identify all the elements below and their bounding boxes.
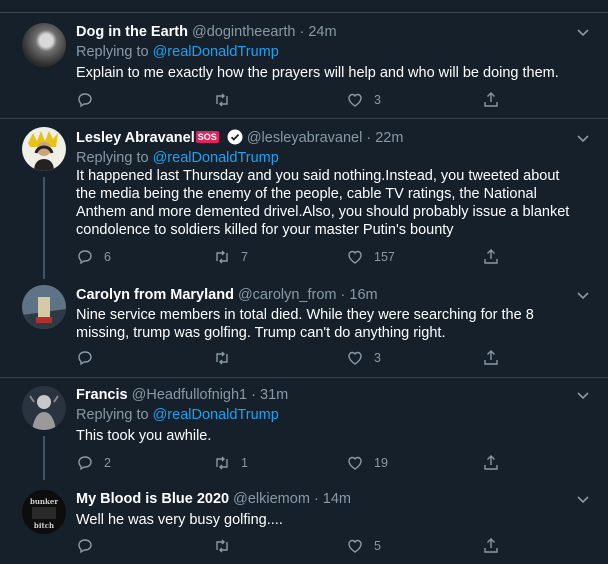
like-icon bbox=[348, 93, 362, 107]
mention-link[interactable]: @realDonaldTrump bbox=[153, 44, 279, 60]
timestamp[interactable]: 22m bbox=[375, 130, 403, 146]
tweet-actions: 5 bbox=[76, 536, 506, 556]
share-button[interactable] bbox=[482, 247, 500, 267]
tweet-text: Well he was very busy golfing.... bbox=[76, 512, 283, 528]
chevron-down-icon[interactable] bbox=[576, 131, 590, 145]
retweet-button[interactable] bbox=[213, 536, 241, 556]
avatar[interactable] bbox=[22, 23, 66, 67]
avatar[interactable] bbox=[22, 285, 66, 329]
reply-button[interactable]: 6 bbox=[76, 247, 111, 267]
share-icon bbox=[484, 350, 498, 365]
replying-to: Replying to @realDonaldTrump bbox=[76, 150, 279, 166]
avatar[interactable] bbox=[22, 127, 66, 171]
chevron-down-icon[interactable] bbox=[576, 25, 590, 39]
share-button[interactable] bbox=[482, 348, 500, 368]
tweet-actions: 3 bbox=[76, 90, 506, 110]
tweet-header: Lesley Abravanel SOS @lesleyabravanel · 2… bbox=[76, 129, 404, 146]
like-icon bbox=[348, 539, 362, 553]
share-icon bbox=[484, 249, 498, 264]
tweet-text: Nine service members in total died. Whil… bbox=[76, 307, 534, 341]
share-icon bbox=[484, 92, 498, 107]
reply-button[interactable] bbox=[76, 536, 104, 556]
tweet-actions: 6 7 157 bbox=[76, 247, 506, 267]
tweet-header: Carolyn from Maryland @carolyn_from · 16… bbox=[76, 287, 378, 303]
tweet-header: Dog in the Earth @dogintheearth · 24m bbox=[76, 24, 337, 40]
handle[interactable]: @lesleyabravanel bbox=[247, 130, 362, 146]
retweet-icon bbox=[216, 351, 228, 365]
display-name[interactable]: Lesley Abravanel bbox=[76, 130, 195, 146]
handle[interactable]: @Headfullofnigh1 bbox=[132, 387, 248, 403]
retweet-button[interactable] bbox=[213, 348, 241, 368]
chevron-down-icon[interactable] bbox=[576, 388, 590, 402]
share-button[interactable] bbox=[482, 90, 500, 110]
sos-badge: SOS bbox=[195, 131, 219, 143]
timestamp[interactable]: 14m bbox=[323, 491, 351, 507]
retweet-icon bbox=[216, 539, 228, 553]
reply-icon bbox=[78, 456, 92, 471]
display-name[interactable]: Carolyn from Maryland bbox=[76, 287, 234, 303]
retweet-button[interactable]: 1 bbox=[213, 453, 248, 473]
reply-button[interactable]: 2 bbox=[76, 453, 111, 473]
display-name[interactable]: Francis bbox=[76, 387, 128, 403]
tweet-text: Explain to me exactly how the prayers wi… bbox=[76, 65, 559, 81]
like-icon bbox=[348, 351, 362, 365]
share-icon bbox=[484, 455, 498, 470]
thread-line bbox=[43, 436, 45, 480]
share-icon bbox=[484, 538, 498, 553]
share-button[interactable] bbox=[482, 536, 500, 556]
retweet-icon bbox=[216, 93, 228, 107]
reply-button[interactable] bbox=[76, 90, 104, 110]
timestamp[interactable]: 31m bbox=[260, 387, 288, 403]
like-icon bbox=[348, 456, 362, 470]
tweet-actions: 3 bbox=[76, 348, 506, 368]
handle[interactable]: @dogintheearth bbox=[192, 24, 295, 40]
display-name[interactable]: My Blood is Blue 2020 bbox=[76, 491, 229, 507]
like-button[interactable]: 157 bbox=[346, 247, 395, 267]
avatar-text-bottom: bitch bbox=[34, 521, 54, 530]
tweet[interactable]: bunker bitch My Blood is Blue 2020 @elki… bbox=[0, 478, 608, 564]
replying-to: Replying to @realDonaldTrump bbox=[76, 44, 279, 60]
verified-icon bbox=[227, 129, 243, 145]
retweet-button[interactable]: 7 bbox=[213, 247, 248, 267]
reply-button[interactable] bbox=[76, 348, 104, 368]
reply-icon bbox=[78, 351, 92, 366]
share-button[interactable] bbox=[482, 453, 500, 473]
reply-icon bbox=[78, 539, 92, 554]
like-icon bbox=[348, 250, 362, 264]
avatar[interactable]: bunker bitch bbox=[22, 490, 66, 534]
handle[interactable]: @elkiemom bbox=[233, 491, 310, 507]
replying-to: Replying to @realDonaldTrump bbox=[76, 407, 279, 423]
thread-line bbox=[43, 177, 45, 279]
tweet[interactable]: Francis @Headfullofnigh1 · 31m Replying … bbox=[0, 378, 608, 480]
tweet-actions: 2 1 19 bbox=[76, 453, 506, 473]
retweet-icon bbox=[216, 250, 228, 264]
avatar[interactable] bbox=[22, 386, 66, 430]
chevron-down-icon[interactable] bbox=[576, 288, 590, 302]
timestamp[interactable]: 16m bbox=[349, 287, 377, 303]
tweet[interactable]: Dog in the Earth @dogintheearth · 24m Re… bbox=[0, 13, 608, 118]
tweet-header: My Blood is Blue 2020 @elkiemom · 14m bbox=[76, 491, 352, 507]
display-name[interactable]: Dog in the Earth bbox=[76, 24, 188, 40]
reply-icon bbox=[78, 250, 92, 265]
like-button[interactable]: 3 bbox=[346, 348, 381, 368]
mention-link[interactable]: @realDonaldTrump bbox=[153, 407, 279, 423]
like-button[interactable]: 5 bbox=[346, 536, 381, 556]
handle[interactable]: @carolyn_from bbox=[238, 287, 337, 303]
mention-link[interactable]: @realDonaldTrump bbox=[153, 150, 279, 166]
avatar-text-top: bunker bbox=[30, 497, 58, 506]
retweet-icon bbox=[216, 456, 228, 470]
timestamp[interactable]: 24m bbox=[308, 24, 336, 40]
tweet[interactable]: Carolyn from Maryland @carolyn_from · 16… bbox=[0, 279, 608, 377]
like-button[interactable]: 3 bbox=[346, 90, 381, 110]
retweet-button[interactable] bbox=[213, 90, 241, 110]
chevron-down-icon[interactable] bbox=[576, 492, 590, 506]
tweet-text: It happened last Thursday and you said n… bbox=[76, 168, 570, 238]
tweet-text: This took you awhile. bbox=[76, 428, 212, 444]
tweet[interactable]: Lesley Abravanel SOS @lesleyabravanel · 2… bbox=[0, 119, 608, 279]
tweet-header: Francis @Headfullofnigh1 · 31m bbox=[76, 387, 289, 403]
like-button[interactable]: 19 bbox=[346, 453, 388, 473]
reply-icon bbox=[78, 93, 92, 108]
